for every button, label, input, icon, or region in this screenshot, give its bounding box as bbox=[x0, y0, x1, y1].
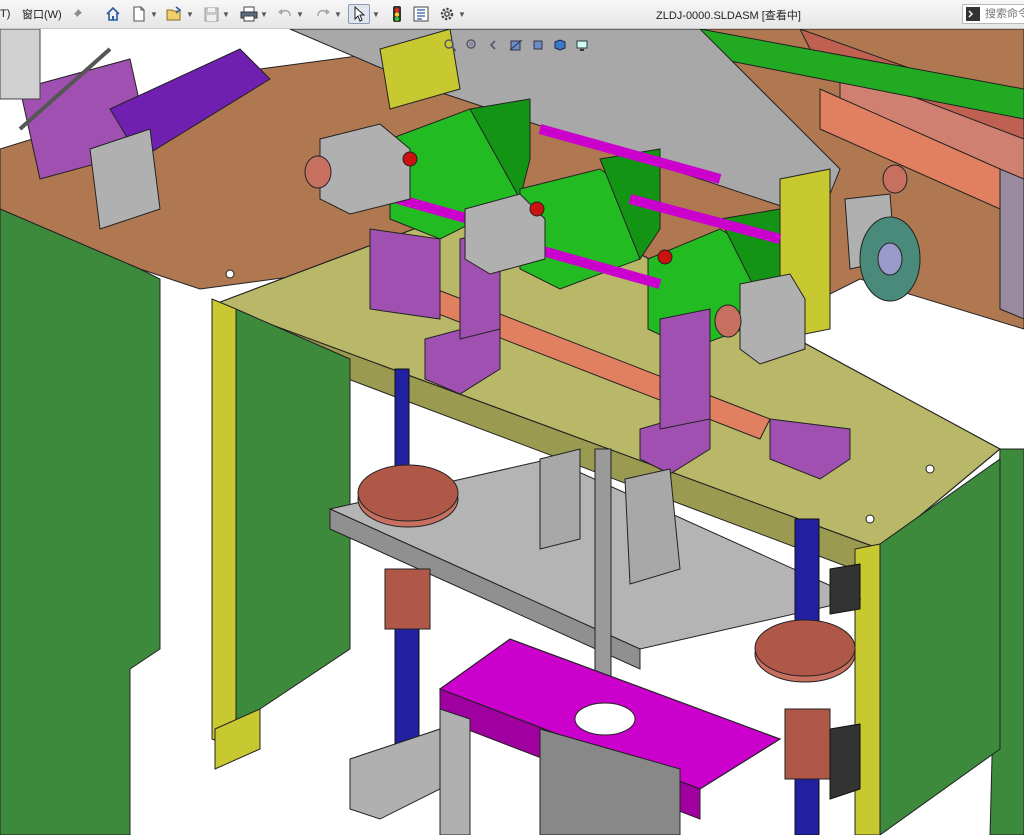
search-input[interactable] bbox=[983, 8, 1024, 20]
search-box[interactable] bbox=[962, 4, 1024, 24]
document-title: ZLDJ-0000.SLDASM [查看中] bbox=[656, 10, 801, 22]
options-dropdown-arrow[interactable]: ▼ bbox=[458, 4, 466, 24]
previous-view-icon[interactable] bbox=[484, 35, 504, 55]
pin-icon[interactable] bbox=[66, 4, 88, 24]
zoom-to-area-icon[interactable] bbox=[462, 35, 482, 55]
new-dropdown-arrow[interactable]: ▼ bbox=[150, 4, 158, 24]
menu-window[interactable]: 窗口(W) bbox=[22, 4, 62, 24]
options-gear-icon[interactable] bbox=[436, 4, 458, 24]
rebuild-icon[interactable] bbox=[386, 4, 408, 24]
assembly-3d-view bbox=[0, 29, 1024, 835]
undo-icon[interactable] bbox=[274, 4, 296, 24]
new-document-icon[interactable] bbox=[128, 4, 150, 24]
graphics-area[interactable] bbox=[0, 29, 1024, 835]
open-dropdown-arrow[interactable]: ▼ bbox=[186, 4, 194, 24]
select-dropdown-arrow[interactable]: ▼ bbox=[372, 4, 380, 24]
title-bar: T) 窗口(W) ▼ ▼ ▼ ▼ ▼ ▼ ▼ ▼ ZLDJ-0000.SLDAS… bbox=[0, 0, 1024, 29]
redo-dropdown-arrow[interactable]: ▼ bbox=[334, 4, 342, 24]
print-dropdown-arrow[interactable]: ▼ bbox=[260, 4, 268, 24]
zoom-to-fit-icon[interactable] bbox=[440, 35, 460, 55]
menu-partial-label: T) bbox=[0, 8, 11, 20]
open-folder-icon[interactable] bbox=[164, 4, 186, 24]
home-icon[interactable] bbox=[102, 4, 124, 24]
display-settings-icon[interactable] bbox=[572, 35, 592, 55]
print-icon[interactable] bbox=[238, 4, 260, 24]
menu-window-label: 窗口(W) bbox=[22, 9, 62, 21]
file-properties-icon[interactable] bbox=[410, 4, 432, 24]
redo-icon[interactable] bbox=[312, 4, 334, 24]
menu-partial[interactable]: T) bbox=[0, 4, 10, 24]
command-prompt-icon bbox=[963, 7, 983, 21]
heads-up-toolbar bbox=[440, 35, 592, 55]
display-style-icon[interactable] bbox=[550, 35, 570, 55]
save-dropdown-arrow[interactable]: ▼ bbox=[222, 4, 230, 24]
view-orientation-icon[interactable] bbox=[528, 35, 548, 55]
undo-dropdown-arrow[interactable]: ▼ bbox=[296, 4, 304, 24]
save-icon[interactable] bbox=[200, 4, 222, 24]
select-pointer-icon[interactable] bbox=[348, 4, 370, 24]
section-view-icon[interactable] bbox=[506, 35, 526, 55]
